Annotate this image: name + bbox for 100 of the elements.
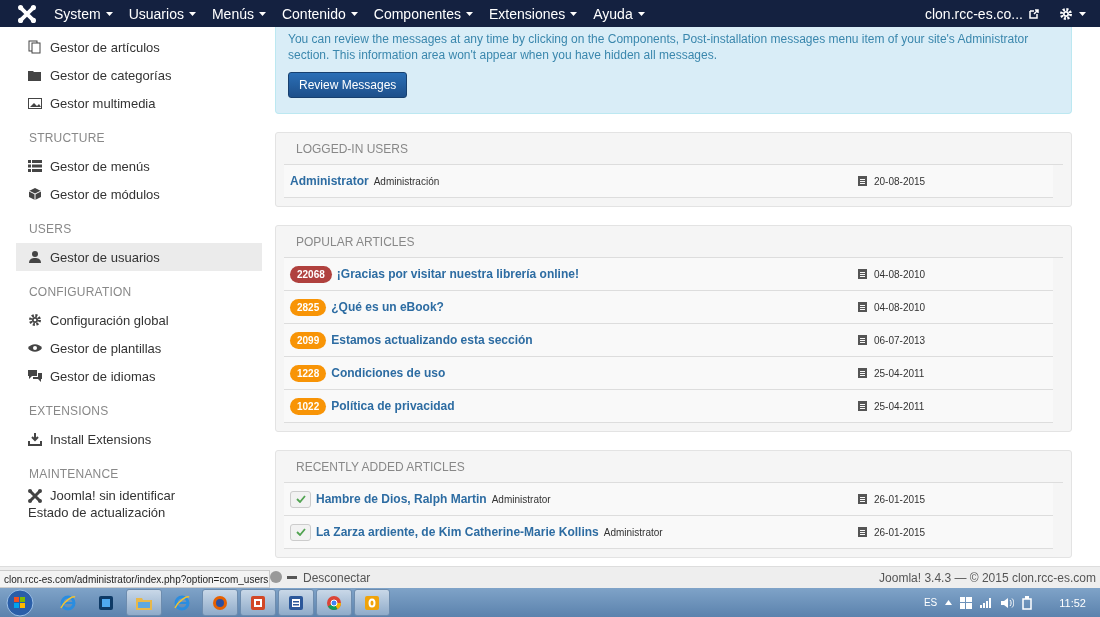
menu-item[interactable]: Componentes xyxy=(365,5,481,22)
sidebar-label: Gestor multimedia xyxy=(50,95,156,111)
documents-icon xyxy=(28,40,42,54)
hits-badge: 22068 xyxy=(290,265,332,283)
check-icon xyxy=(295,495,306,503)
calendar-icon xyxy=(858,302,867,312)
menu-item[interactable]: System xyxy=(46,5,121,22)
logout-link[interactable]: Desconectar xyxy=(287,570,371,585)
sidebar-item[interactable]: Gestor de categorías xyxy=(16,61,262,89)
article-link[interactable]: La Zarza ardiente, de Kim Catherine-Marie Kollins xyxy=(316,525,599,539)
date-text: 06-07-2013 xyxy=(874,334,926,346)
calendar-icon xyxy=(858,494,867,504)
article-link[interactable]: Política de privacidad xyxy=(331,399,455,413)
logo-icon[interactable] xyxy=(18,4,36,23)
sidebar-label: Gestor de plantillas xyxy=(50,340,162,356)
taskbar-button[interactable] xyxy=(354,589,390,616)
settings-icon xyxy=(28,313,42,327)
sidebar-item[interactable]: Install Extensions xyxy=(16,425,262,453)
sidebar-label: Gestor de artículos xyxy=(50,39,160,55)
menu-item[interactable]: Extensiones xyxy=(480,5,586,22)
author-label: Administrator xyxy=(603,526,663,538)
sidebar-item[interactable]: Gestor de plantillas xyxy=(16,334,262,362)
version-text: Joomla! 3.4.3 — © 2015 clon.rcc-es.com xyxy=(879,570,1096,585)
sidebar-item[interactable]: Gestor multimedia xyxy=(16,89,262,117)
hits-badge: 2825 xyxy=(290,298,327,316)
hits-badge: 1228 xyxy=(290,364,327,382)
hits-badge: 1022 xyxy=(290,397,327,415)
menu-item[interactable]: Contenido xyxy=(273,5,366,22)
link-preview: clon.rcc-es.com/administrator/index.php?option=com_users xyxy=(0,570,270,588)
user-link[interactable]: Administrator xyxy=(290,174,369,188)
browser-icon[interactable] xyxy=(173,593,191,612)
date-text: 26-01-2015 xyxy=(874,493,926,505)
article-link[interactable]: Condiciones de uso xyxy=(331,366,446,380)
published-toggle[interactable] xyxy=(290,523,311,541)
caret-icon xyxy=(465,11,473,16)
download-icon xyxy=(28,432,42,446)
caret-icon xyxy=(188,11,196,16)
review-messages-button[interactable]: Review Messages xyxy=(288,72,408,98)
published-toggle[interactable] xyxy=(290,490,311,508)
caret-icon xyxy=(350,11,358,16)
calendar-icon xyxy=(858,527,867,537)
app-icon[interactable] xyxy=(97,593,115,612)
menu-item[interactable]: Menús xyxy=(203,5,274,22)
speaker-icon[interactable] xyxy=(1001,596,1015,609)
external-link-icon xyxy=(1029,8,1039,19)
date-text: 25-04-2011 xyxy=(874,400,925,412)
app-icon[interactable] xyxy=(249,593,267,612)
taskbar-button[interactable] xyxy=(240,589,276,616)
sidebar-sublabel: Estado de actualización xyxy=(28,505,167,522)
windows-icon[interactable] xyxy=(960,596,973,609)
sidebar-item[interactable]: Gestor de usuarios xyxy=(16,243,262,271)
section-heading: CONFIGURATION xyxy=(28,284,133,301)
calendar-icon xyxy=(858,401,867,411)
logo-icon xyxy=(28,488,42,503)
date-text: 20-08-2015 xyxy=(874,175,926,187)
image-icon xyxy=(28,96,42,110)
sidebar-label: Gestor de usuarios xyxy=(50,249,160,265)
sidebar-item[interactable]: Joomla! sin identificar Estado de actualización xyxy=(16,488,262,524)
site-link[interactable]: clon.rcc-es.co... xyxy=(924,5,1039,22)
sidebar-label: Gestor de módulos xyxy=(50,186,160,202)
article-link[interactable]: Estamos actualizando esta sección xyxy=(331,333,533,347)
taskbar-button[interactable] xyxy=(316,589,352,616)
app-icon[interactable] xyxy=(287,593,305,612)
article-link[interactable]: ¿Qué es un eBook? xyxy=(331,300,444,314)
date-text: 04-08-2010 xyxy=(874,268,926,280)
caret-icon xyxy=(258,11,266,16)
menu-item[interactable]: Usuarios xyxy=(120,5,204,22)
article-link[interactable]: Hambre de Dios, Ralph Martin xyxy=(316,492,487,506)
sidebar-item[interactable]: Gestor de artículos xyxy=(16,33,262,61)
caret-icon xyxy=(105,11,113,16)
sidebar-label: Install Extensions xyxy=(50,431,152,447)
menu-item[interactable]: Ayuda xyxy=(585,5,653,22)
sidebar-item[interactable]: Gestor de módulos xyxy=(16,180,262,208)
section-heading: EXTENSIONS xyxy=(28,403,110,420)
sidebar-item[interactable]: Gestor de menús xyxy=(16,152,262,180)
list-icon xyxy=(28,159,42,173)
browser-icon[interactable] xyxy=(325,593,343,612)
settings-icon[interactable] xyxy=(1059,6,1073,21)
check-icon xyxy=(295,528,306,536)
browser-icon[interactable] xyxy=(211,593,229,612)
sidebar-item[interactable]: Configuración global xyxy=(16,306,262,334)
browser-icon[interactable] xyxy=(59,593,77,612)
user-icon xyxy=(28,250,42,264)
date-text: 04-08-2010 xyxy=(874,301,926,313)
date-text: 25-04-2011 xyxy=(874,367,925,379)
sidebar-item[interactable]: Gestor de idiomas xyxy=(16,362,262,390)
chat-icon xyxy=(28,369,42,383)
sidebar-label: Gestor de menús xyxy=(50,158,150,174)
start-button[interactable] xyxy=(6,588,34,617)
signal-icon[interactable] xyxy=(980,597,994,608)
section-heading: MAINTENANCE xyxy=(28,466,120,483)
client-label: Administración xyxy=(373,175,440,187)
taskbar-button[interactable] xyxy=(202,589,238,616)
author-label: Administrator xyxy=(491,493,551,505)
article-link[interactable]: ¡Gracias por visitar nuestra librería online! xyxy=(336,267,579,281)
taskbar-button[interactable] xyxy=(278,589,314,616)
minus-icon xyxy=(287,576,297,579)
tray-arrow-icon[interactable] xyxy=(945,600,953,605)
sidebar-label: Gestor de categorías xyxy=(50,67,172,83)
section-heading: STRUCTURE xyxy=(28,130,106,147)
